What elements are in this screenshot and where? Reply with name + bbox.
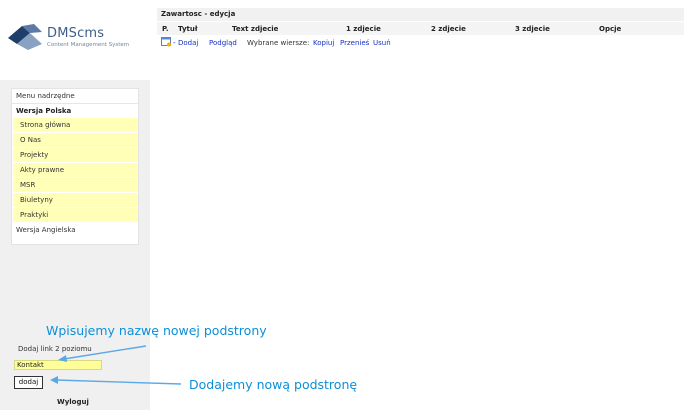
annotation-add-hint: Dodajemy nową podstronę: [189, 377, 358, 392]
arrow-to-input-head: [58, 355, 67, 362]
arrow-to-button-head: [50, 376, 58, 384]
annotation-arrows: [50, 345, 182, 385]
arrow-to-button: [55, 379, 182, 385]
arrow-to-input: [63, 345, 147, 360]
annotation-name-hint: Wpisujemy nazwę nowej podstrony: [46, 323, 267, 338]
